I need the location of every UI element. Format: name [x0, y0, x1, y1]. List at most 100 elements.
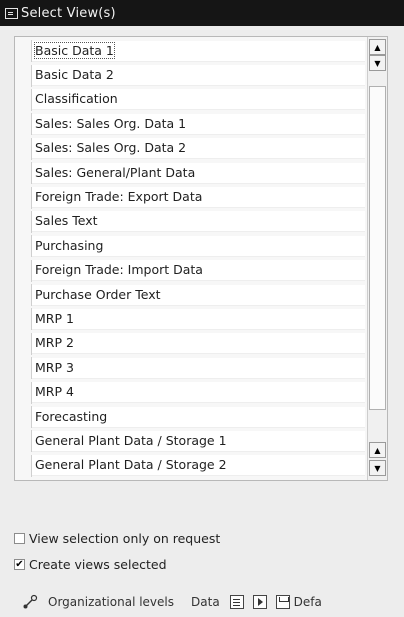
view-list-item-label-cell[interactable]: Basic Data 1	[32, 40, 365, 62]
default-values-button[interactable]: Defa	[275, 595, 322, 609]
arrow-down-icon: ▼	[374, 463, 381, 473]
view-selection-only-on-request-label: View selection only on request	[29, 531, 221, 546]
view-list-item[interactable]: Foreign Trade: Export Data	[15, 185, 365, 209]
view-list-item-label-cell[interactable]: General Plant Data / Storage 2	[32, 455, 365, 477]
view-list-item[interactable]: General Plant Data / Storage 1	[15, 429, 365, 453]
view-list-item[interactable]: Classification	[15, 88, 365, 112]
scroll-down-button[interactable]: ▼	[369, 460, 386, 476]
view-list-item-label: Foreign Trade: Export Data	[35, 189, 203, 205]
view-list-item[interactable]: Purchasing	[15, 234, 365, 258]
row-selector[interactable]	[15, 64, 32, 87]
view-list-item-label: Sales Text	[35, 213, 98, 229]
view-list-item-label-cell[interactable]: General Plant Data / Storage 1	[32, 430, 365, 452]
row-selector[interactable]	[15, 308, 32, 331]
row-selector[interactable]	[15, 454, 32, 477]
data-button[interactable]: Data	[191, 595, 220, 609]
create-views-selected-checkbox[interactable]: ✔	[14, 559, 25, 570]
default-label: Defa	[293, 595, 322, 609]
organizational-levels-label: Organizational levels	[48, 595, 175, 609]
row-selector[interactable]	[15, 137, 32, 160]
row-selector[interactable]	[15, 40, 32, 63]
view-list-item[interactable]: MRP 1	[15, 307, 365, 331]
row-selector[interactable]	[15, 259, 32, 282]
data-label: Data	[191, 595, 220, 609]
view-list-item[interactable]: MRP 4	[15, 380, 365, 404]
view-list-item-label-cell[interactable]: Foreign Trade: Import Data	[32, 260, 365, 282]
organizational-levels-button[interactable]: Organizational levels	[22, 594, 174, 610]
view-list-item-label: Purchase Order Text	[35, 286, 161, 302]
view-selection-only-on-request-option[interactable]: View selection only on request	[14, 531, 220, 546]
view-list-item-label: MRP 3	[35, 359, 74, 375]
view-list-item-label-cell[interactable]: MRP 3	[32, 357, 365, 379]
views-list: Basic Data 1 Basic Data 2 Classification Sa…	[14, 36, 388, 481]
view-list-item-label-cell[interactable]: Classification	[32, 89, 365, 111]
row-selector[interactable]	[15, 235, 32, 258]
view-list-item-label: Sales: General/Plant Data	[35, 164, 196, 180]
view-selection-only-on-request-checkbox[interactable]	[14, 533, 25, 544]
scroll-page-up-button[interactable]: ▲	[369, 442, 386, 458]
row-selector[interactable]	[15, 332, 32, 355]
view-list-item-label-cell[interactable]: Forecasting	[32, 406, 365, 428]
checkmark-icon: ✔	[15, 558, 24, 570]
row-selector[interactable]	[15, 210, 32, 233]
scrollbar-thumb[interactable]	[369, 86, 386, 410]
row-selector[interactable]	[15, 357, 32, 380]
view-list-item-label-cell[interactable]: Sales: Sales Org. Data 1	[32, 113, 365, 135]
row-selector[interactable]	[15, 162, 32, 185]
view-list-item-label-cell[interactable]: Purchase Order Text	[32, 284, 365, 306]
view-list-item[interactable]: General Plant Data / Storage 2	[15, 454, 365, 478]
view-list-item-label-cell[interactable]: Foreign Trade: Export Data	[32, 187, 365, 209]
continue-button[interactable]	[252, 595, 271, 609]
view-list-item-label-cell[interactable]: Basic Data 2	[32, 65, 365, 87]
view-list-item-label-cell[interactable]: Sales Text	[32, 211, 365, 233]
view-list-item-label-cell[interactable]: Purchasing	[32, 235, 365, 257]
view-list-item[interactable]: Basic Data 2	[15, 63, 365, 87]
view-list-item-label: General Plant Data / Storage 2	[35, 457, 227, 473]
dialog-title: Select View(s)	[21, 5, 116, 21]
view-list-item-label-cell[interactable]: Sales: General/Plant Data	[32, 162, 365, 184]
organizational-levels-icon	[23, 594, 38, 609]
view-list-item[interactable]: Foreign Trade: Import Data	[15, 259, 365, 283]
view-list-item-label: Sales: Sales Org. Data 2	[35, 140, 187, 156]
view-list-item[interactable]: MRP 3	[15, 356, 365, 380]
view-list-item-label: Sales: Sales Org. Data 1	[35, 115, 187, 131]
view-list-item-label: Basic Data 1	[34, 41, 115, 59]
view-list-item-label-cell[interactable]: MRP 2	[32, 333, 365, 355]
continue-icon	[252, 595, 267, 609]
view-list-item[interactable]: Sales: Sales Org. Data 2	[15, 137, 365, 161]
title-bar: Select View(s)	[0, 0, 404, 26]
arrow-up-icon: ▲	[374, 42, 381, 52]
view-list-item-label-cell[interactable]: MRP 1	[32, 308, 365, 330]
view-list-item-label: MRP 4	[35, 384, 74, 400]
row-selector[interactable]	[15, 88, 32, 111]
view-list-item[interactable]: Sales Text	[15, 210, 365, 234]
vertical-scrollbar[interactable]: ▲ ▼ ▲ ▼	[367, 37, 387, 480]
row-selector[interactable]	[15, 284, 32, 307]
view-list-item-label: Foreign Trade: Import Data	[35, 262, 203, 278]
view-list-item[interactable]: Basic Data 1	[15, 39, 365, 63]
create-views-selected-option[interactable]: ✔ Create views selected	[14, 557, 167, 572]
view-list-item[interactable]: Purchase Order Text	[15, 283, 365, 307]
view-list-item[interactable]: Sales: Sales Org. Data 1	[15, 112, 365, 136]
row-selector[interactable]	[15, 381, 32, 404]
row-selector[interactable]	[15, 113, 32, 136]
view-list-item[interactable]: MRP 2	[15, 332, 365, 356]
row-selector[interactable]	[15, 186, 32, 209]
select-all-button[interactable]	[229, 595, 248, 609]
row-selector[interactable]	[15, 430, 32, 453]
view-list-item-label-cell[interactable]: MRP 4	[32, 382, 365, 404]
row-selector[interactable]	[15, 406, 32, 429]
view-list-item-label: General Plant Data / Storage 1	[35, 432, 227, 448]
arrow-down-icon: ▼	[374, 58, 381, 68]
select-views-dialog: Select View(s) Basic Data 1 Basic Data 2 C…	[0, 0, 404, 617]
view-list-item[interactable]: Forecasting	[15, 405, 365, 429]
view-list-item-label: Classification	[35, 91, 118, 107]
views-list-rows: Basic Data 1 Basic Data 2 Classification Sa…	[15, 39, 365, 478]
scroll-page-down-button[interactable]: ▼	[369, 55, 386, 71]
dialog-window-icon	[5, 7, 18, 19]
view-list-item-label-cell[interactable]: Sales: Sales Org. Data 2	[32, 138, 365, 160]
create-views-selected-label: Create views selected	[29, 557, 167, 572]
scroll-up-button[interactable]: ▲	[369, 39, 386, 55]
view-list-item-label: Forecasting	[35, 408, 108, 424]
view-list-item[interactable]: Sales: General/Plant Data	[15, 161, 365, 185]
